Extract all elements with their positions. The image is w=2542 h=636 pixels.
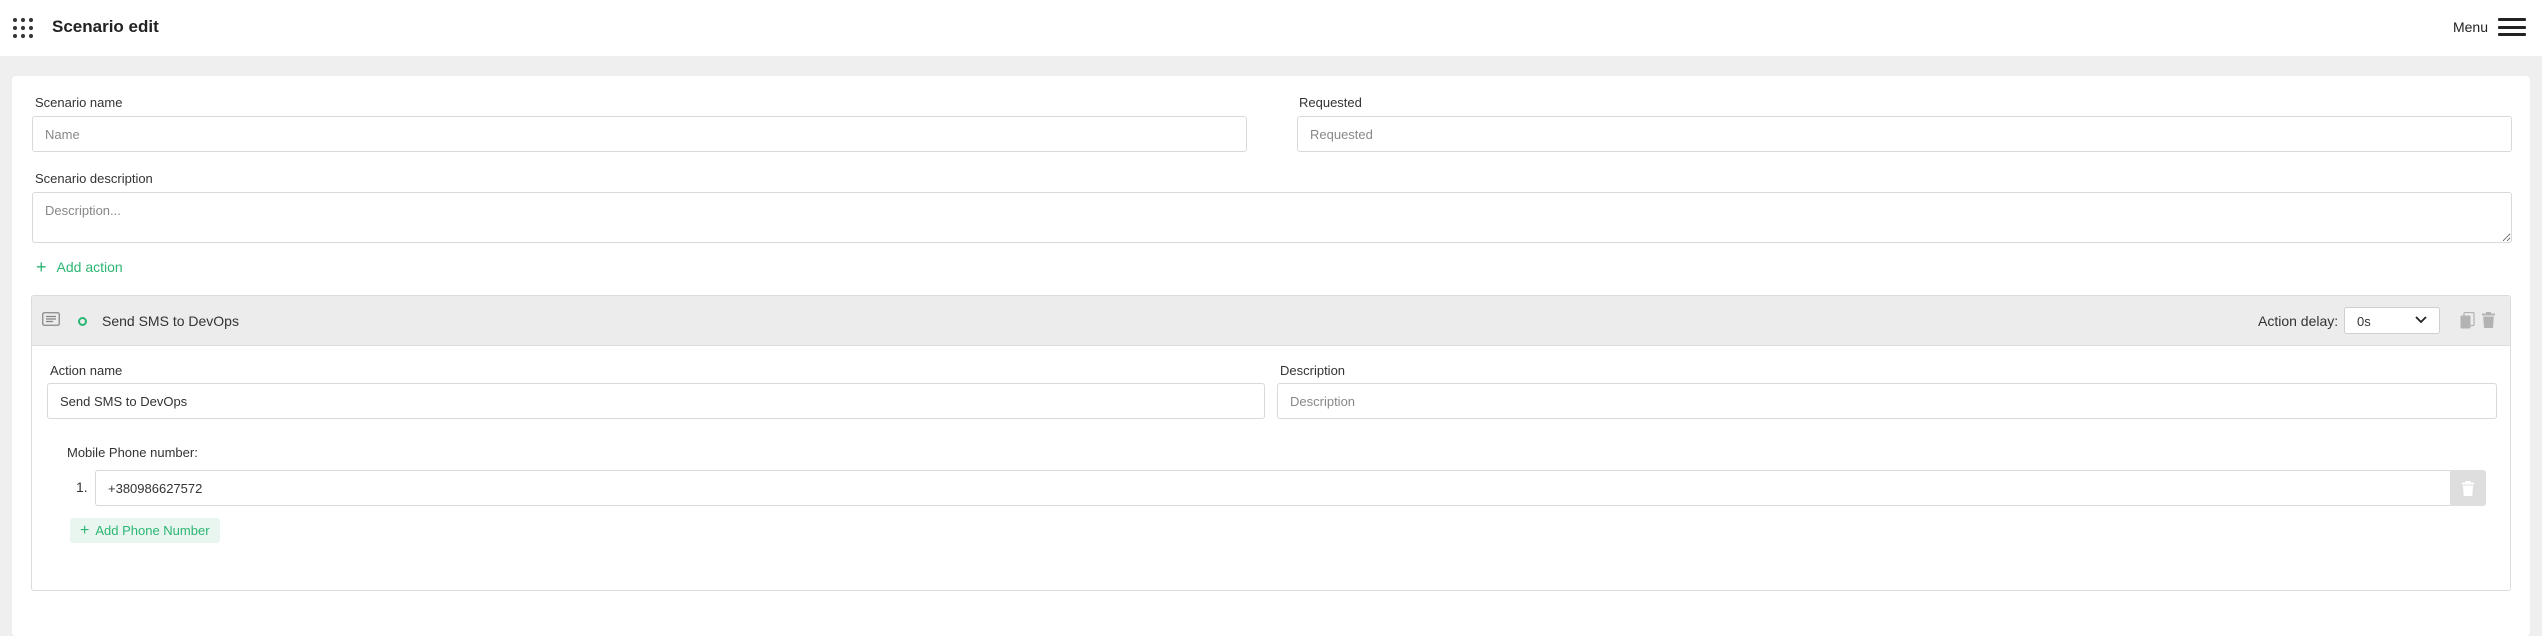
menu-button[interactable]: Menu bbox=[2453, 14, 2526, 40]
add-action-label: Add action bbox=[56, 259, 123, 275]
action-delay-select[interactable]: 0s bbox=[2344, 307, 2440, 334]
phone-index: 1. bbox=[76, 479, 88, 495]
delete-action-icon[interactable] bbox=[2482, 312, 2495, 328]
phone-number-input[interactable] bbox=[95, 470, 2451, 506]
chevron-down-icon bbox=[2415, 316, 2427, 324]
action-description-input[interactable] bbox=[1277, 383, 2497, 419]
action-header[interactable]: Send SMS to DevOps Action delay: 0s bbox=[32, 296, 2510, 346]
add-action-button[interactable]: + Add action bbox=[36, 257, 123, 277]
hamburger-icon bbox=[2498, 18, 2526, 36]
action-delay-value: 0s bbox=[2357, 314, 2371, 329]
action-panel: Send SMS to DevOps Action delay: 0s Acti… bbox=[31, 295, 2511, 591]
requested-label: Requested bbox=[1299, 95, 1362, 110]
status-indicator bbox=[78, 317, 87, 326]
add-phone-number-label: Add Phone Number bbox=[95, 523, 210, 538]
action-name-label: Action name bbox=[50, 363, 123, 378]
scenario-description-input[interactable] bbox=[32, 192, 2512, 243]
action-description-label: Description bbox=[1280, 363, 1346, 378]
action-title: Send SMS to DevOps bbox=[102, 313, 239, 329]
trash-icon bbox=[2462, 480, 2474, 496]
scenario-description-label: Scenario description bbox=[35, 171, 153, 186]
delete-phone-button[interactable] bbox=[2450, 470, 2486, 506]
scenario-name-input[interactable] bbox=[32, 116, 1247, 152]
copy-icon[interactable] bbox=[2460, 312, 2475, 329]
phone-numbers-label: Mobile Phone number: bbox=[67, 445, 198, 460]
requested-input[interactable] bbox=[1297, 116, 2512, 152]
add-phone-number-button[interactable]: + Add Phone Number bbox=[70, 518, 220, 543]
message-icon bbox=[42, 312, 60, 326]
plus-icon: + bbox=[36, 257, 47, 277]
apps-grid-icon[interactable] bbox=[12, 17, 34, 39]
action-name-input[interactable] bbox=[47, 383, 1265, 419]
action-delay-label: Action delay: bbox=[2258, 313, 2339, 329]
scenario-name-label: Scenario name bbox=[35, 95, 123, 110]
menu-label: Menu bbox=[2452, 19, 2488, 35]
plus-icon: + bbox=[80, 521, 90, 539]
page-title: Scenario edit bbox=[52, 17, 159, 36]
top-bar: Scenario edit Menu bbox=[0, 0, 2542, 56]
